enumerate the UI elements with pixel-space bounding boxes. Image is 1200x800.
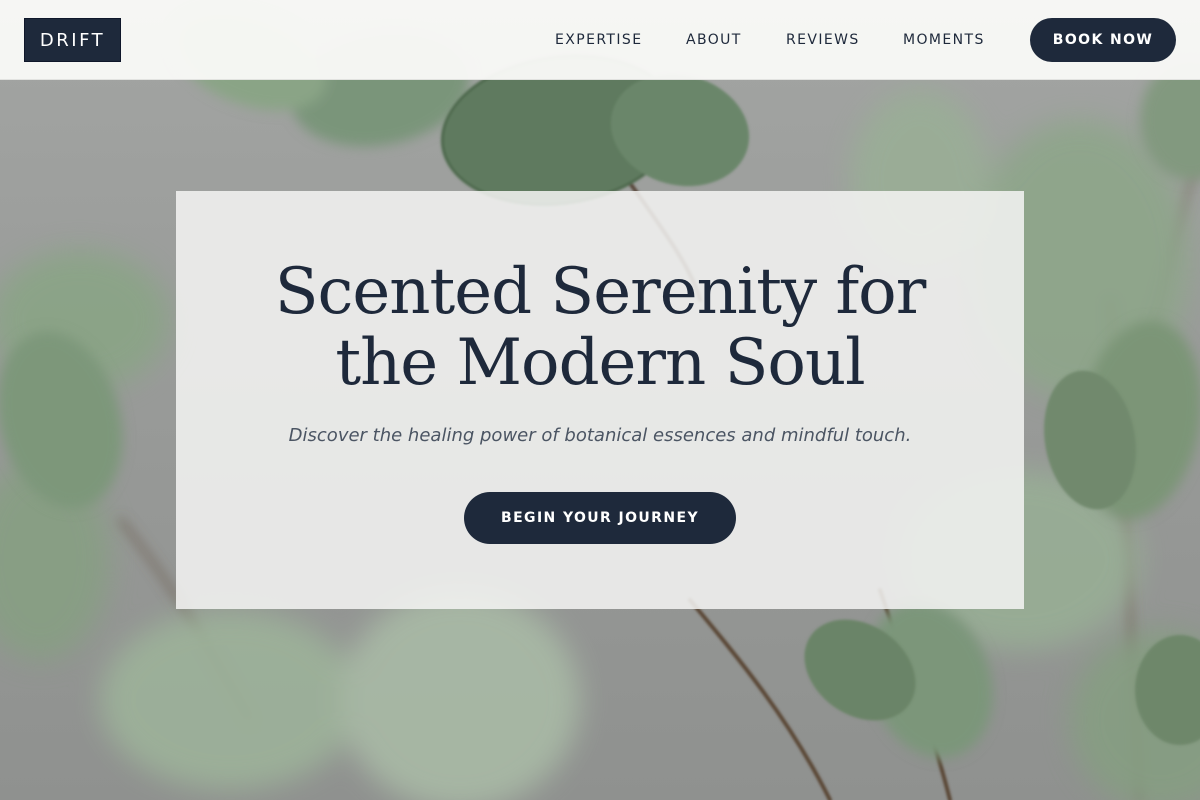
book-now-button[interactable]: BOOK NOW — [1030, 18, 1176, 62]
nav-link-moments[interactable]: MOMENTS — [903, 30, 985, 50]
hero-headline-line-1: Scented Serenity for — [274, 255, 927, 329]
hero-headline: Scented Serenity for the Modern Soul — [176, 257, 1024, 399]
nav-link-reviews[interactable]: REVIEWS — [786, 30, 860, 50]
hero-headline-line-2: the Modern Soul — [335, 326, 865, 400]
nav-link-about[interactable]: ABOUT — [686, 30, 742, 50]
logo[interactable]: DRIFT — [24, 18, 121, 62]
begin-journey-button[interactable]: BEGIN YOUR JOURNEY — [464, 492, 736, 544]
site-header: DRIFT EXPERTISE ABOUT REVIEWS MOMENTS BO… — [0, 0, 1200, 80]
hero-card: Scented Serenity for the Modern Soul Dis… — [176, 191, 1024, 609]
hero-subheadline: Discover the healing power of botanical … — [288, 425, 912, 446]
nav-link-expertise[interactable]: EXPERTISE — [555, 30, 642, 50]
